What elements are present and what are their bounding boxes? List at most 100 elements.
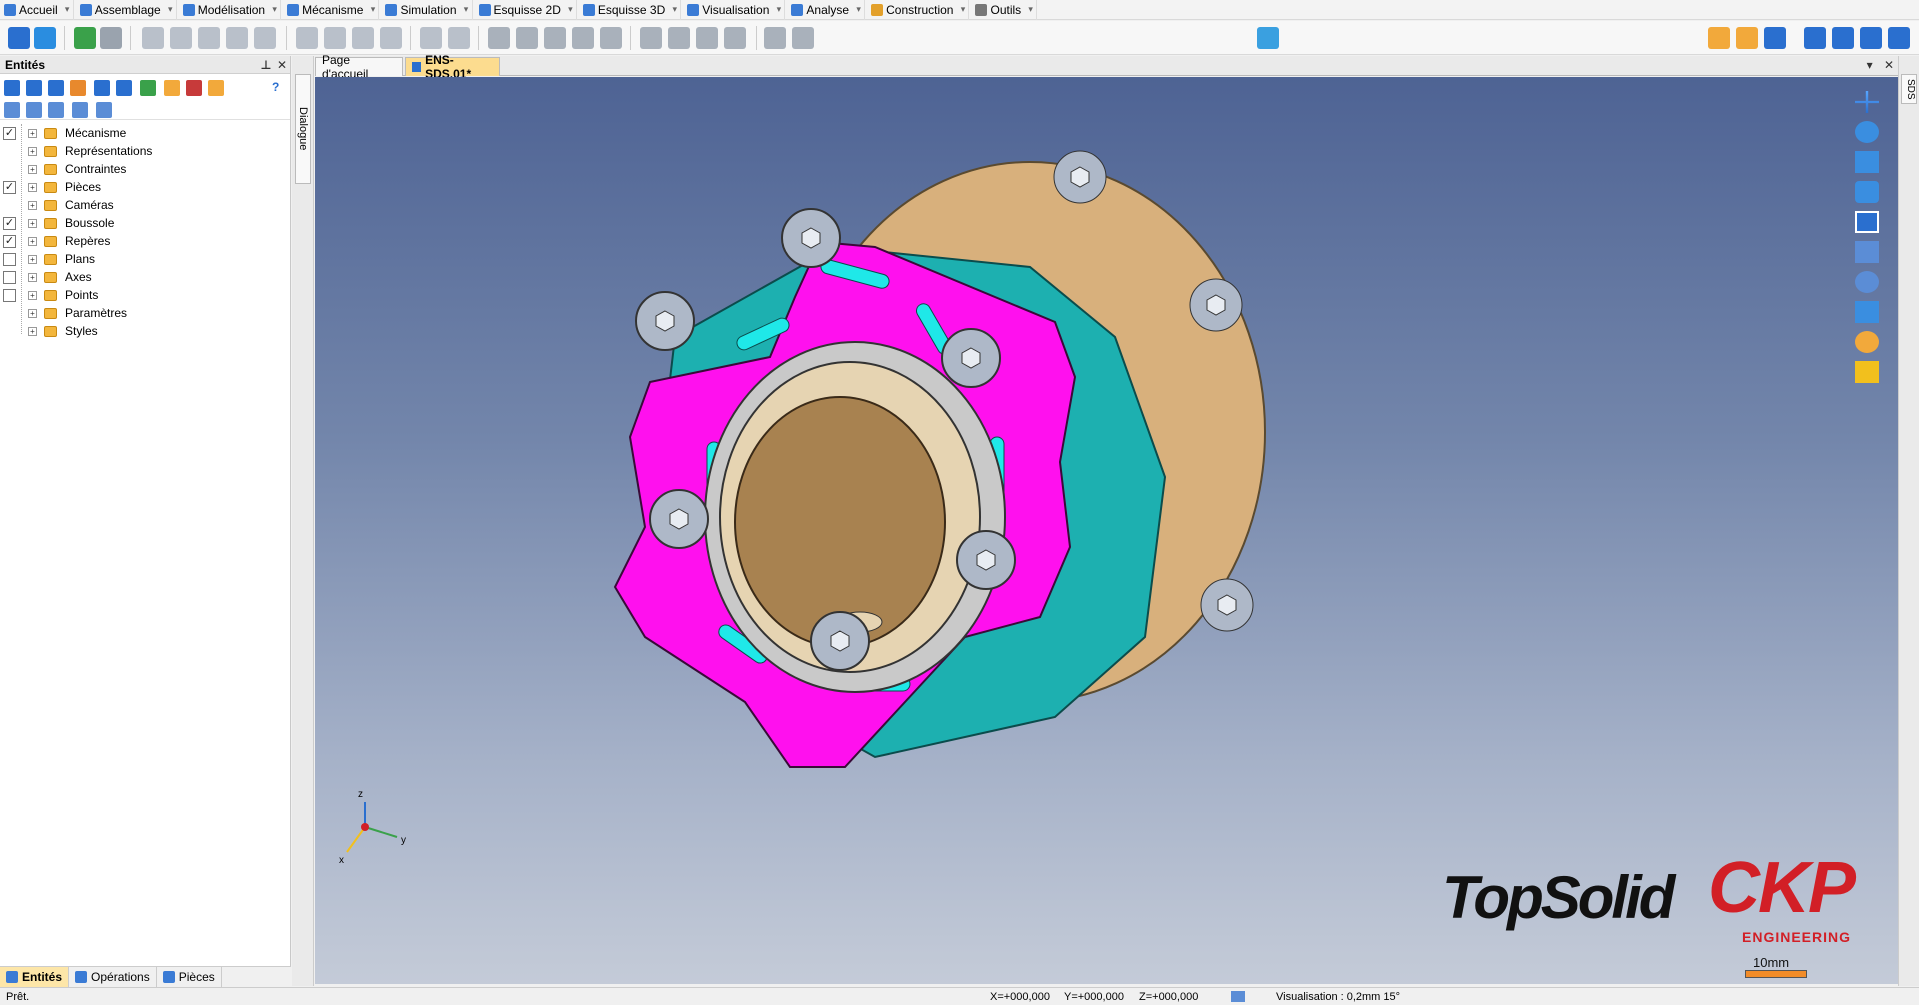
menu-m-canisme[interactable]: Mécanisme [283,0,367,20]
sketch-tool-2-icon[interactable] [324,27,346,49]
pattern-4-icon[interactable] [724,27,746,49]
menu-dropdown-icon[interactable]: ▾ [367,0,380,20]
tree-item[interactable]: + Contraintes [0,160,291,178]
menu-dropdown-icon[interactable]: ▾ [62,0,74,20]
axis-tool-icon[interactable] [1855,121,1879,143]
visibility-checkbox[interactable]: ✓ [3,216,16,230]
tree-item[interactable]: + Caméras [0,196,291,214]
component-icon[interactable] [100,27,122,49]
panel-tab-pi-ces[interactable]: Pièces [157,967,222,987]
visibility-checkbox[interactable] [3,252,16,266]
tree-item[interactable]: + Axes [0,268,291,286]
tree-item[interactable]: + Points [0,286,291,304]
constraint-5-icon[interactable] [254,27,276,49]
tree-tool-7-icon[interactable] [140,80,156,96]
pin-icon[interactable]: ⊥ [258,58,274,72]
expand-icon[interactable]: + [28,290,37,300]
help-icon[interactable]: ? [272,80,279,94]
menu-outils[interactable]: Outils [971,0,1025,20]
3d-viewport[interactable]: z y x TopSolid CKP ENGINEERING 10mm [315,77,1898,984]
mechanism-icon[interactable] [420,27,442,49]
visibility-checkbox[interactable] [3,288,16,302]
tree-tool-5-icon[interactable] [94,80,110,96]
menu-dropdown-icon[interactable]: ▾ [669,0,682,20]
pattern-3-icon[interactable] [696,27,718,49]
menu-esquisse-3d[interactable]: Esquisse 3D [579,0,669,20]
measure-2-icon[interactable] [792,27,814,49]
tree-item[interactable]: + Styles [0,322,291,340]
tab-home-page[interactable]: Page d'accueil [315,53,403,81]
expand-icon[interactable]: + [28,272,37,282]
expand-icon[interactable]: + [28,218,37,228]
panel-tab-op-rations[interactable]: Opérations [69,967,157,987]
shape-4-icon[interactable] [572,27,594,49]
constraint-4-icon[interactable] [226,27,248,49]
constraint-2-icon[interactable] [170,27,192,49]
zoom-icon[interactable] [1855,271,1879,293]
tree-tool-10-icon[interactable] [4,102,20,118]
expand-icon[interactable]: + [28,254,37,264]
tree-tool-8-icon[interactable] [164,80,180,96]
toolbar-right-5-icon[interactable] [1832,27,1854,49]
pattern-icon[interactable] [640,27,662,49]
expand-icon[interactable]: + [28,164,37,174]
tree-tool-13-icon[interactable] [72,102,88,118]
view-cube-icon[interactable] [1855,301,1879,323]
view-direction-icon[interactable] [1855,151,1879,173]
expand-icon[interactable]: + [28,200,37,210]
doc-dropdown-icon[interactable]: ▾ [1867,58,1873,72]
constraint-3-icon[interactable] [198,27,220,49]
sort-icon[interactable] [186,80,202,96]
help-query-icon[interactable] [1855,361,1879,383]
expand-icon[interactable]: + [28,128,37,138]
expand-icon[interactable]: + [28,308,37,318]
menu-accueil[interactable]: Accueil [0,0,62,20]
expand-icon[interactable]: + [28,182,37,192]
orbit-icon[interactable] [1855,181,1879,203]
menu-esquisse-2d[interactable]: Esquisse 2D [475,0,565,20]
menu-dropdown-icon[interactable]: ▾ [853,0,866,20]
sds-tab[interactable]: SDS [1901,74,1917,104]
assembly-model[interactable] [315,77,1898,984]
measure-icon[interactable] [764,27,786,49]
menu-construction[interactable]: Construction [867,0,957,20]
expand-icon[interactable]: + [28,236,37,246]
toolbar-right-2-icon[interactable] [1736,27,1758,49]
tree-tool-9-icon[interactable] [208,80,224,96]
zoom-window-icon[interactable] [1855,241,1879,263]
filter-icon[interactable] [1257,27,1279,49]
tree-item[interactable]: ✓ + Repères [0,232,291,250]
menu-dropdown-icon[interactable]: ▾ [1025,0,1038,20]
include-part-icon[interactable] [74,27,96,49]
tree-item[interactable]: ✓ + Pièces [0,178,291,196]
toolbar-right-6-icon[interactable] [1860,27,1882,49]
tree-tool-1-icon[interactable] [4,80,20,96]
doc-close-icon[interactable]: ✕ [1884,58,1894,72]
expand-icon[interactable]: + [28,326,37,336]
menu-mod-lisation[interactable]: Modélisation [179,0,269,20]
view-layout-icon[interactable] [1855,211,1879,233]
tree-tool-6-icon[interactable] [116,80,132,96]
constraint-icon[interactable] [142,27,164,49]
pattern-2-icon[interactable] [668,27,690,49]
shape-icon[interactable] [488,27,510,49]
shape-3-icon[interactable] [544,27,566,49]
sketch-tool-3-icon[interactable] [352,27,374,49]
menu-dropdown-icon[interactable]: ▾ [957,0,970,20]
tree-tool-14-icon[interactable] [96,102,112,118]
tab-ens-sds[interactable]: ENS-SDS.01* [405,53,500,81]
menu-dropdown-icon[interactable]: ▾ [773,0,786,20]
menu-dropdown-icon[interactable]: ▾ [165,0,177,20]
shape-2-icon[interactable] [516,27,538,49]
tree-tool-2-icon[interactable] [26,80,42,96]
shape-5-icon[interactable] [600,27,622,49]
toolbar-right-4-icon[interactable] [1804,27,1826,49]
visibility-checkbox[interactable]: ✓ [3,234,16,248]
mechanism-2-icon[interactable] [448,27,470,49]
tree-item[interactable]: ✓ + Boussole [0,214,291,232]
toolbar-right-3-icon[interactable] [1764,27,1786,49]
palette-icon[interactable] [1855,331,1879,353]
toolbar-right-1-icon[interactable] [1708,27,1730,49]
tree-item[interactable]: ✓ + Mécanisme [0,124,291,142]
visibility-checkbox[interactable]: ✓ [3,126,16,140]
